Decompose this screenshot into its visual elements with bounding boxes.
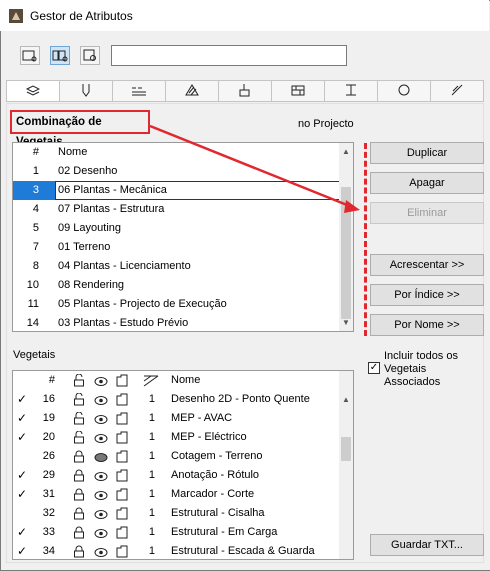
row-name: Cotagem - Terreno [171, 450, 263, 462]
scroll-up-icon[interactable]: ▲ [342, 395, 350, 404]
pen-value: 1 [148, 393, 155, 405]
table-row[interactable]: 32 1 Estrutural - Cisalha [13, 504, 341, 523]
pen-value: 1 [148, 469, 155, 481]
checkmark-icon: ✓ [17, 392, 28, 406]
table-row[interactable]: 26 1 Cotagem - Terreno [13, 447, 341, 466]
file-icon[interactable] [116, 545, 128, 559]
save-txt-button[interactable]: Guardar TXT... [370, 534, 484, 556]
delete-button[interactable]: Apagar [370, 172, 484, 194]
row-name: Marcador - Corte [171, 488, 255, 500]
pen-value: 1 [148, 412, 155, 424]
eliminate-button[interactable]: Eliminar [370, 202, 484, 224]
row-num: 16 [42, 393, 55, 405]
layers-list: # Nome ✓ 16 1 Desenho 2D - Ponto Quente … [12, 370, 354, 560]
checkmark-icon: ✓ [17, 487, 28, 501]
row-name: MEP - AVAC [171, 412, 233, 424]
row-num: 33 [42, 526, 55, 538]
row-num: 26 [42, 450, 55, 462]
row-num: 34 [42, 545, 55, 557]
include-all-checkbox[interactable]: ✓ [368, 362, 380, 374]
row-name: Desenho 2D - Ponto Quente [171, 393, 310, 405]
pen-value: 1 [148, 431, 155, 443]
row-num: 20 [42, 431, 55, 443]
row-name: MEP - Eléctrico [171, 431, 247, 443]
table-row[interactable]: ✓ 16 1 Desenho 2D - Ponto Quente [13, 390, 341, 409]
checkmark-icon: ✓ [17, 468, 28, 482]
pen-value: 1 [148, 488, 155, 500]
list2-scrollbar[interactable]: ▲ [339, 371, 353, 559]
pen-value: 1 [148, 450, 155, 462]
table-row[interactable]: ✓ 19 1 MEP - AVAC [13, 409, 341, 428]
row-name: Estrutural - Escada & Guarda [171, 545, 315, 557]
row-name: Estrutural - Em Carga [171, 526, 278, 538]
lock-closed-icon[interactable] [73, 545, 85, 559]
header-num: # [48, 374, 55, 386]
row-num: 31 [42, 488, 55, 500]
row-name: Estrutural - Cisalha [171, 507, 265, 519]
pen-value: 1 [148, 507, 155, 519]
append-button[interactable]: Acrescentar >> [370, 254, 484, 276]
duplicate-button[interactable]: Duplicar [370, 142, 484, 164]
checkmark-icon: ✓ [17, 430, 28, 444]
scroll-thumb[interactable] [341, 437, 351, 461]
table-row[interactable]: ✓ 34 1 Estrutural - Escada & Guarda [13, 542, 341, 559]
table-row[interactable]: ✓ 29 1 Anotação - Rótulo [13, 466, 341, 485]
table-row[interactable]: ✓ 31 1 Marcador - Corte [13, 485, 341, 504]
row-num: 29 [42, 469, 55, 481]
pen-value: 1 [148, 545, 155, 557]
checkmark-icon: ✓ [17, 525, 28, 539]
checkmark-icon: ✓ [17, 411, 28, 425]
include-all-label: Incluir todos os Vegetais Associados [384, 350, 458, 388]
table-row[interactable]: ✓ 20 1 MEP - Eléctrico [13, 428, 341, 447]
vegetais-label: Vegetais [13, 349, 56, 361]
by-name-button[interactable]: Por Nome >> [370, 314, 484, 336]
row-num: 32 [42, 507, 55, 519]
pen-value: 1 [148, 526, 155, 538]
header-name: Nome [171, 374, 201, 386]
checkmark-icon: ✓ [17, 544, 28, 558]
by-index-button[interactable]: Por Índice >> [370, 284, 484, 306]
eye-icon[interactable] [94, 546, 108, 559]
table-row[interactable]: ✓ 33 1 Estrutural - Em Carga [13, 523, 341, 542]
list-header: # Nome [13, 371, 341, 390]
row-name: Anotação - Rótulo [171, 469, 260, 481]
row-num: 19 [42, 412, 55, 424]
